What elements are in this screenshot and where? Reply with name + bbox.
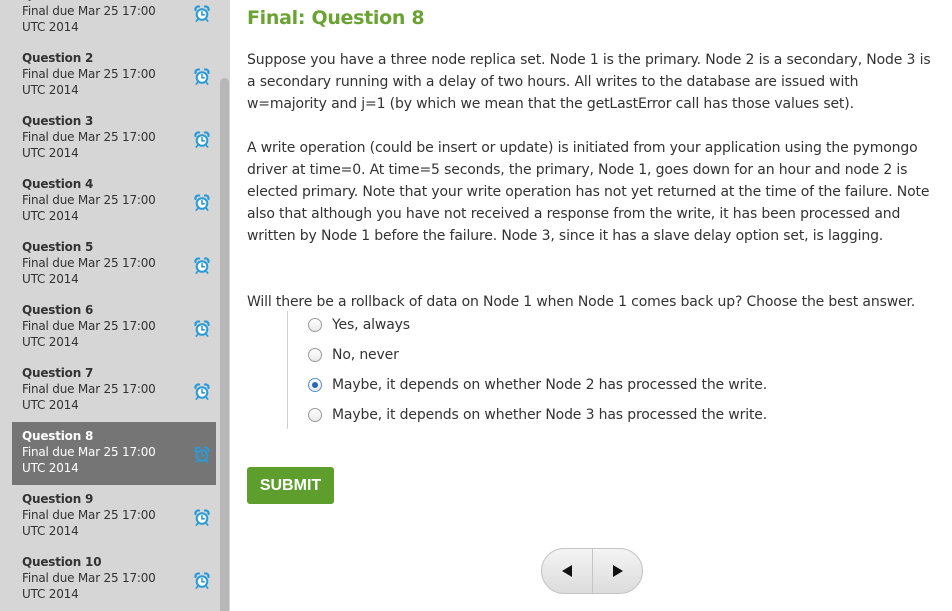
- question-paragraph: A write operation (could be insert or up…: [247, 140, 930, 244]
- scrollbar-thumb[interactable]: [220, 78, 229, 611]
- alarm-clock-icon: [194, 131, 210, 148]
- sidebar-item-question-6[interactable]: Question 6 Final due Mar 25 17:00 UTC 201…: [12, 296, 216, 359]
- answer-option[interactable]: Yes, always: [308, 314, 410, 336]
- radio-button[interactable]: [308, 318, 322, 332]
- due-date: Final due Mar 25 17:00 UTC 2014: [22, 4, 156, 34]
- question-title: Question 8: [22, 429, 94, 443]
- question-title: Question 4: [22, 177, 94, 191]
- answer-option[interactable]: Maybe, it depends on whether Node 2 has …: [308, 374, 767, 396]
- sidebar-item-question-10[interactable]: Question 10 Final due Mar 25 17:00 UTC 20…: [12, 548, 216, 611]
- alarm-clock-icon: [194, 572, 210, 589]
- question-title: Question 5: [22, 240, 94, 254]
- due-date: Final due Mar 25 17:00 UTC 2014: [22, 256, 156, 286]
- sidebar-item-question-8[interactable]: Question 8 Final due Mar 25 17:00 UTC 201…: [12, 422, 216, 485]
- due-date: Final due Mar 25 17:00 UTC 2014: [22, 382, 156, 412]
- previous-button[interactable]: [542, 549, 593, 593]
- radio-button-selected[interactable]: [308, 378, 322, 392]
- question-title: Question 9: [22, 492, 94, 506]
- alarm-clock-icon: [194, 68, 210, 85]
- question-title: Question 10: [22, 555, 102, 569]
- page-title: Final: Question 8: [247, 7, 425, 29]
- alarm-clock-icon: [194, 509, 210, 526]
- answer-label: Yes, always: [332, 317, 410, 333]
- due-date: Final due Mar 25 17:00 UTC 2014: [22, 571, 156, 601]
- sidebar-item-question-7[interactable]: Question 7 Final due Mar 25 17:00 UTC 201…: [12, 359, 216, 422]
- radio-button[interactable]: [308, 348, 322, 362]
- question-paragraph: Suppose you have a three node replica se…: [247, 52, 931, 112]
- question-pager: [541, 548, 643, 594]
- due-date: Final due Mar 25 17:00 UTC 2014: [22, 193, 156, 223]
- sidebar-item-question-9[interactable]: Question 9 Final due Mar 25 17:00 UTC 201…: [12, 485, 216, 548]
- sidebar-item-question-2[interactable]: Question 2 Final due Mar 25 17:00 UTC 201…: [12, 44, 216, 107]
- next-button[interactable]: [593, 549, 642, 593]
- chevron-left-icon: [562, 565, 572, 577]
- question-list: Question 1Final due Mar 25 17:00 UTC 201…: [12, 0, 216, 611]
- alarm-clock-icon: [194, 257, 210, 274]
- question-title: Question 3: [22, 114, 94, 128]
- sidebar-item-question-5[interactable]: Question 5 Final due Mar 25 17:00 UTC 201…: [12, 233, 216, 296]
- chevron-right-icon: [613, 565, 623, 577]
- alarm-clock-icon: [194, 446, 210, 463]
- answer-option[interactable]: Maybe, it depends on whether Node 3 has …: [308, 404, 767, 426]
- sidebar-item-question-1[interactable]: Question 1Final due Mar 25 17:00 UTC 201…: [12, 0, 216, 44]
- due-date: Final due Mar 25 17:00 UTC 2014: [22, 319, 156, 349]
- submit-button[interactable]: SUBMIT: [247, 467, 334, 504]
- question-title: Question 6: [22, 303, 94, 317]
- answer-label: Maybe, it depends on whether Node 2 has …: [332, 377, 768, 393]
- answer-label: No, never: [332, 347, 399, 363]
- due-date: Final due Mar 25 17:00 UTC 2014: [22, 508, 156, 538]
- alarm-clock-icon: [194, 5, 210, 22]
- question-sidebar: Question 1Final due Mar 25 17:00 UTC 201…: [0, 0, 230, 611]
- alarm-clock-icon: [194, 194, 210, 211]
- sidebar-item-question-4[interactable]: Question 4 Final due Mar 25 17:00 UTC 201…: [12, 170, 216, 233]
- due-date: Final due Mar 25 17:00 UTC 2014: [22, 130, 156, 160]
- sidebar-item-question-3[interactable]: Question 3 Final due Mar 25 17:00 UTC 201…: [12, 107, 216, 170]
- answer-options: Yes, always No, never Maybe, it depends …: [287, 311, 888, 429]
- question-title: Question 2: [22, 51, 94, 65]
- radio-button[interactable]: [308, 408, 322, 422]
- due-date: Final due Mar 25 17:00 UTC 2014: [22, 445, 156, 475]
- answer-label: Maybe, it depends on whether Node 3 has …: [332, 407, 768, 423]
- question-title: Question 7: [22, 366, 94, 380]
- answer-option[interactable]: No, never: [308, 344, 399, 366]
- question-prompt: Will there be a rollback of data on Node…: [247, 294, 916, 310]
- due-date: Final due Mar 25 17:00 UTC 2014: [22, 67, 156, 97]
- alarm-clock-icon: [194, 320, 210, 337]
- sidebar-scrollbar[interactable]: [219, 0, 230, 611]
- alarm-clock-icon: [194, 383, 210, 400]
